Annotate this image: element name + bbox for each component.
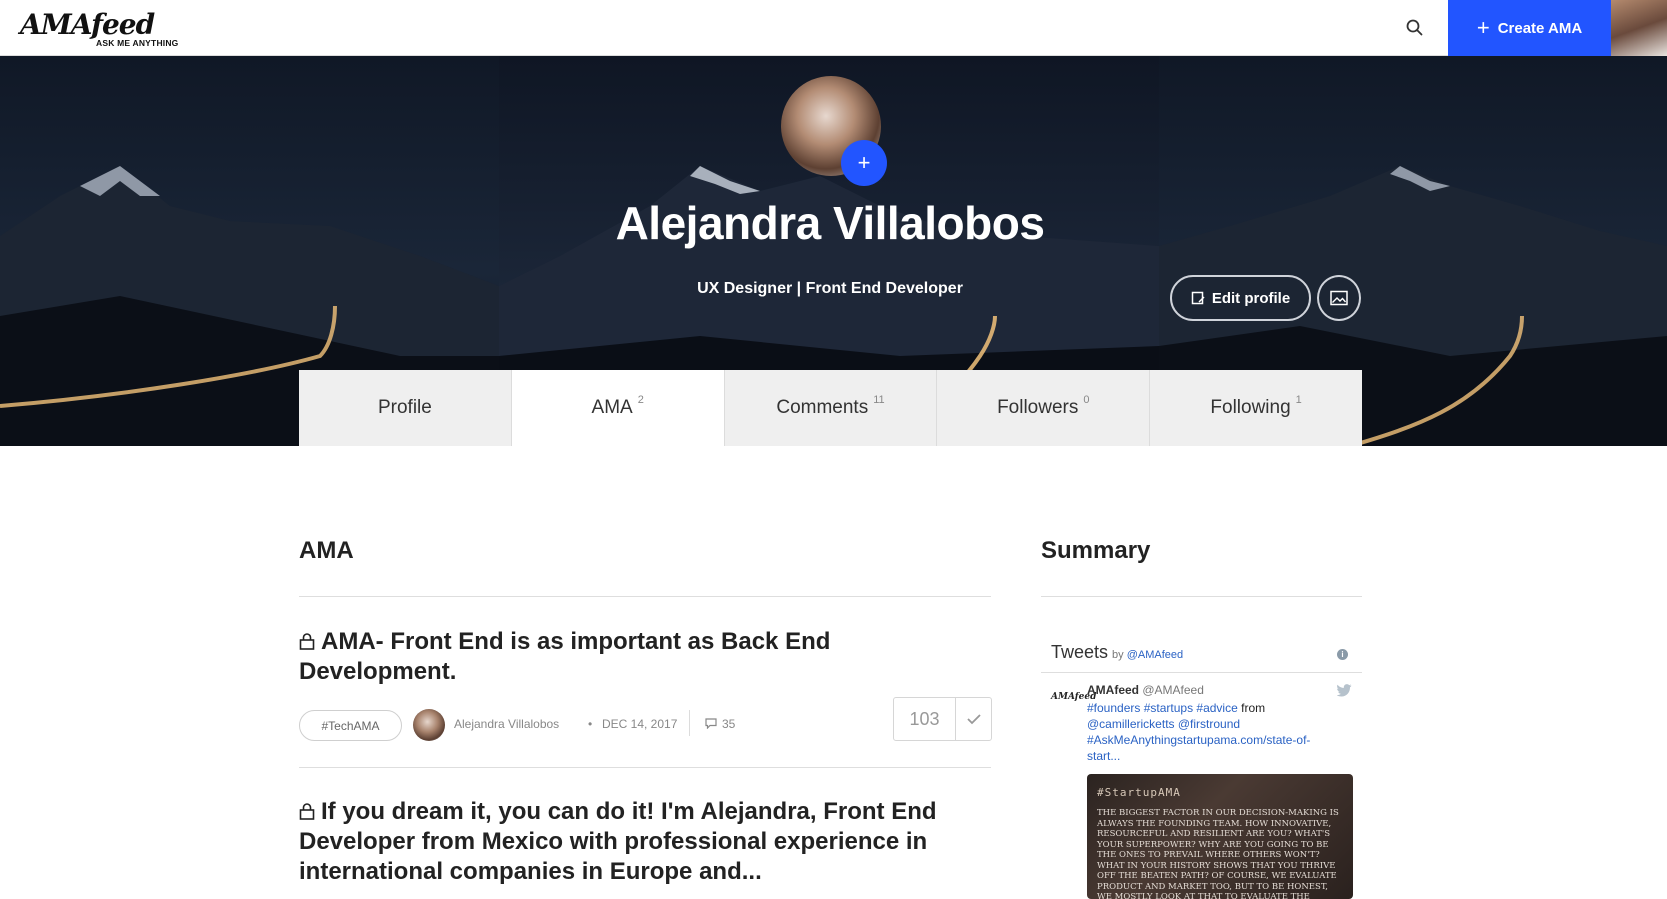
author-avatar[interactable] [413,709,445,741]
divider [299,767,991,768]
image-icon [1330,290,1348,306]
tab-count: 2 [637,394,644,406]
twitter-bird-icon[interactable] [1336,684,1352,697]
tweets-by: by [1112,649,1124,661]
summary-heading: Summary [1041,537,1151,564]
profile-tabs: Profile AMA 2 Comments 11 Followers 0 Follo… [299,370,1362,446]
edit-icon [1191,291,1205,304]
tab-following[interactable]: Following 1 [1150,370,1362,446]
divider [299,596,991,597]
post-date: DEC 14, 2017 [602,717,678,731]
tab-comments[interactable]: Comments 11 [724,370,938,446]
divider [689,710,690,736]
divider [1041,672,1362,673]
search-icon[interactable] [1403,16,1427,40]
tweet-author[interactable]: AMAfeed @AMAfeed [1087,683,1204,697]
profile-title: UX Designer | Front End Developer [697,280,963,297]
plus-icon: + [857,150,871,175]
divider [1041,596,1362,597]
amafeed-logo[interactable]: AMAfeed ASK ME ANYTHING [20,8,180,50]
check-icon [966,714,981,725]
profile-name: Alejandra Villalobos [615,197,1045,249]
top-navbar: AMAfeed ASK ME ANYTHING + Create AMA [0,0,1667,56]
meta-dot: • [588,717,593,731]
tweets-handle-link[interactable]: @AMAfeed [1127,649,1183,661]
tweet-author-logo[interactable]: AMAfeed [1051,692,1096,708]
logo-wordmark: AMAfeed [20,8,155,41]
tweet-mentions[interactable]: @camillericketts @firstround [1087,717,1240,731]
tweets-widget-header: Tweets by @AMAfeed [1051,642,1183,663]
tab-ama[interactable]: AMA 2 [511,370,725,446]
comment-count[interactable]: 35 [705,717,735,731]
info-icon[interactable]: i [1337,649,1348,660]
tag-pill[interactable]: #TechAMA [299,710,402,741]
media-quote-text: THE BIGGEST FACTOR IN OUR DECISION-MAKIN… [1097,808,1339,899]
tab-count: 1 [1295,394,1302,406]
tab-followers[interactable]: Followers 0 [937,370,1151,446]
tweets-label: Tweets [1051,642,1109,662]
change-cover-button[interactable] [1317,275,1361,321]
add-photo-button[interactable]: + [841,140,887,186]
author-name[interactable]: Alejandra Villalobos [454,717,559,731]
tweet-hashtags[interactable]: #founders #startups #advice [1087,701,1238,715]
media-hashtag: #StartupAMA [1097,786,1181,799]
tab-count: 0 [1083,394,1090,406]
logo-tagline: ASK ME ANYTHING [96,38,179,48]
create-ama-button[interactable]: + Create AMA [1448,0,1611,56]
plus-icon: + [1476,15,1490,40]
tweet-media-image[interactable]: #StartupAMA THE BIGGEST FACTOR IN OUR DE… [1087,774,1353,899]
vote-count: 103 [894,698,956,740]
edit-profile-button[interactable]: Edit profile [1170,275,1311,321]
tab-profile[interactable]: Profile [299,370,512,446]
edit-profile-label: Edit profile [1211,289,1291,307]
ama-item-title[interactable]: AMA- Front End is as important as Back E… [299,627,939,687]
lock-icon [299,633,315,650]
ama-item-title[interactable]: If you dream it, you can do it! I'm Alej… [299,797,939,887]
lock-icon [299,803,315,820]
tweet-text: #founders #startups #advice from @camill… [1087,701,1311,763]
comment-icon [705,718,717,730]
vote-widget: 103 [893,697,992,741]
create-ama-label: Create AMA [1497,19,1583,37]
tab-count: 11 [873,394,885,406]
user-avatar[interactable] [1611,0,1667,56]
tweet-link[interactable]: #AskMeAnythingstartupama.com/state-of-st… [1087,733,1310,763]
ama-section-heading: AMA [299,537,354,564]
upvote-button[interactable] [956,698,991,740]
